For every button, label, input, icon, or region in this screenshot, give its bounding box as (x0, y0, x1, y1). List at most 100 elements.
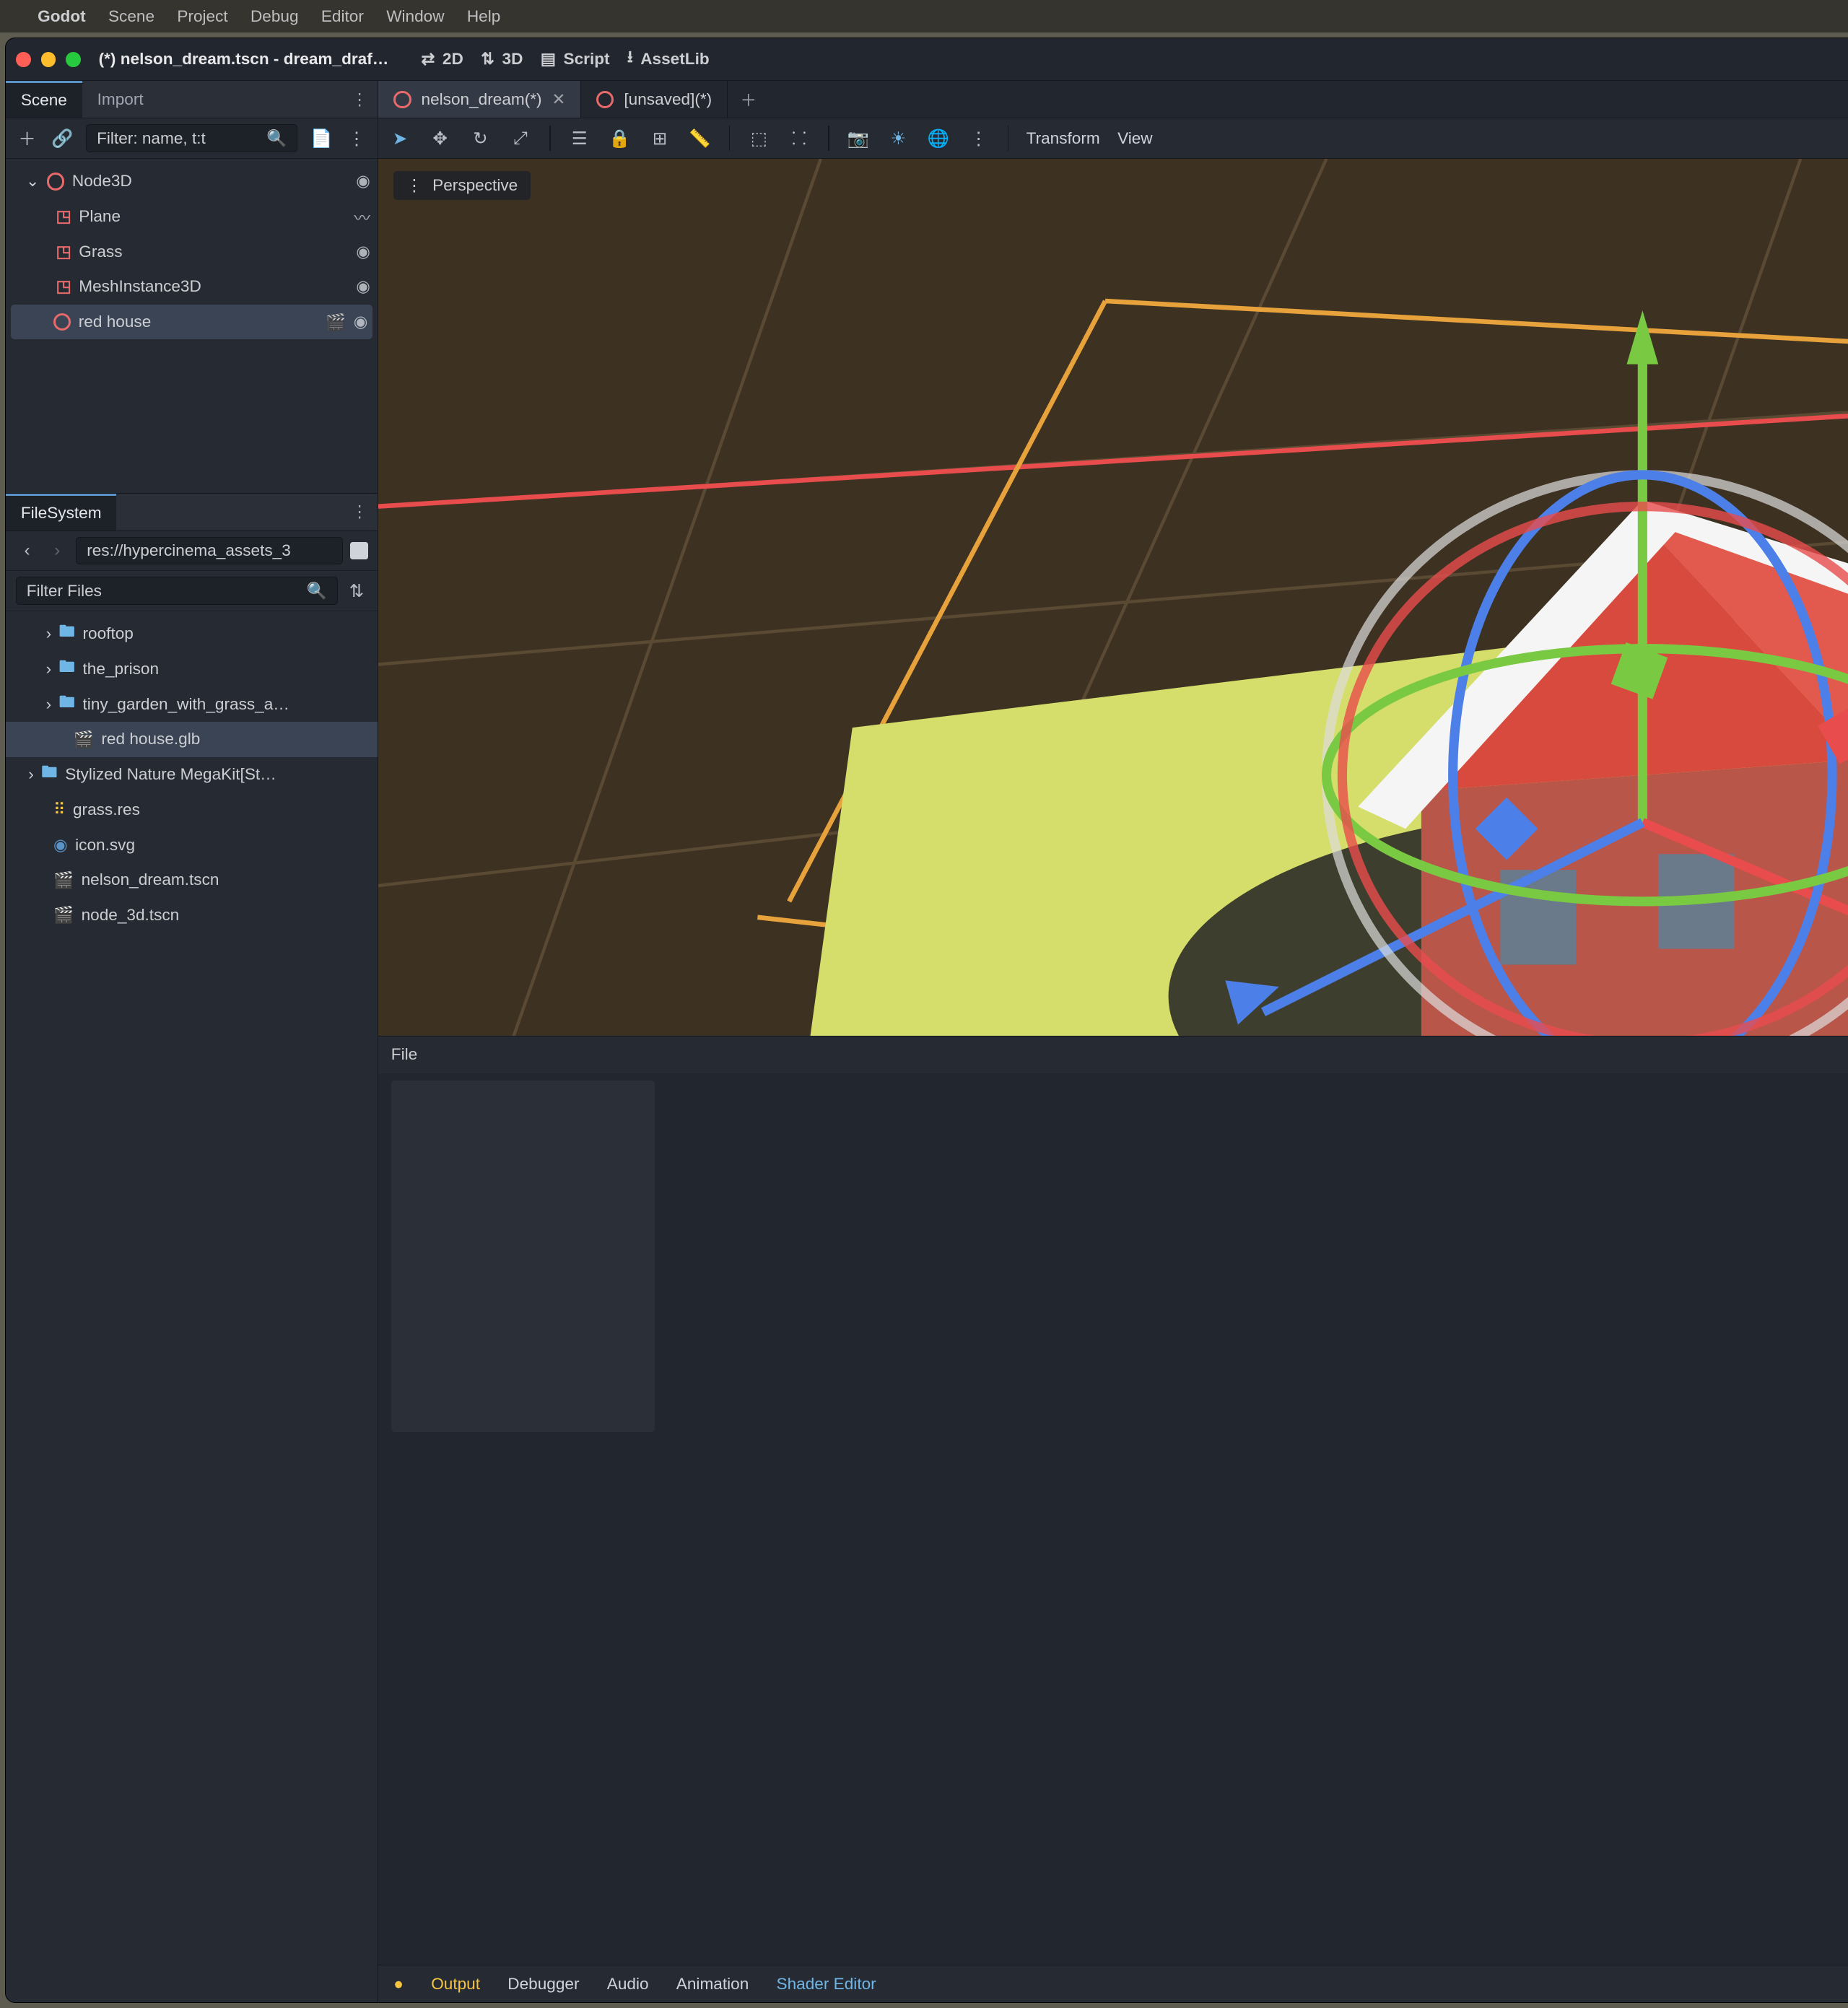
menu-debug[interactable]: Debug (250, 7, 299, 26)
file-panel-body[interactable] (378, 1073, 1848, 1965)
workspace-script[interactable]: ▤Script (541, 45, 610, 73)
3d-icon: ⇅ (481, 50, 494, 69)
add-node-button[interactable]: ＋ (16, 126, 38, 151)
zoom-window-button[interactable] (66, 52, 81, 67)
group-icon[interactable]: ⊞ (648, 128, 671, 149)
environment-icon[interactable]: 🌐 (927, 128, 949, 149)
tab-output[interactable]: Output (431, 1975, 480, 1994)
minimize-window-button[interactable] (41, 52, 56, 67)
sort-button[interactable]: ⇅ (345, 580, 367, 602)
scene-tab[interactable]: nelson_dream(*) ✕ (378, 81, 581, 118)
tab-filesystem[interactable]: FileSystem (6, 494, 116, 531)
script-attach-icon[interactable]: 📄 (310, 128, 333, 149)
tab-debugger[interactable]: Debugger (507, 1975, 579, 1994)
perspective-menu[interactable]: ⋮ Perspective (393, 171, 530, 200)
tab-animation[interactable]: Animation (676, 1975, 749, 1994)
godot-window: (*) nelson_dream.tscn - dream_draf… ⇄2D … (5, 38, 1848, 2003)
fs-folder[interactable]: ›🖿rooftop (6, 616, 378, 652)
select-tool[interactable]: ➤ (388, 128, 411, 149)
expand-icon[interactable]: › (46, 624, 52, 643)
node3d-icon (596, 91, 614, 108)
workspace-switcher: ⇄2D ⇅3D ▤Script ⭳AssetLib (422, 45, 710, 73)
panel-menu-icon[interactable]: ⋮ (341, 502, 378, 521)
view-menu[interactable]: View (1117, 129, 1153, 148)
fs-file[interactable]: ◉icon.svg (6, 827, 378, 863)
fs-file[interactable]: 🎬nelson_dream.tscn (6, 863, 378, 898)
svg-icon: ◉ (53, 836, 68, 855)
move-tool[interactable]: ✥ (429, 128, 451, 149)
back-button[interactable]: ‹ (16, 541, 38, 561)
local-space-icon[interactable]: ⬚ (748, 128, 770, 149)
expand-icon[interactable]: ⌄ (26, 172, 40, 191)
scene-tab-label: nelson_dream(*) (422, 90, 542, 109)
viewport-toolbar: ➤ ✥ ↻ ⤢ ☰ 🔒 ⊞ 📏 ⬚ ⸬ 📷 ☀ 🌐 ⋮ Transform Vi (378, 118, 1848, 159)
scene-instance-icon[interactable]: 🎬 (326, 313, 346, 332)
visibility-icon[interactable]: ◉ (356, 277, 370, 296)
scene-tree-node[interactable]: ⌄ Node3D ◉ (6, 164, 378, 199)
node3d-icon (53, 313, 71, 331)
scale-tool[interactable]: ⤢ (509, 128, 531, 149)
tab-import[interactable]: Import (82, 81, 159, 118)
rotate-tool[interactable]: ↻ (469, 128, 492, 149)
bottom-panel-tabs: ● Output Debugger Audio Animation Shader… (378, 1965, 1848, 2002)
camera-icon[interactable]: 📷 (847, 128, 869, 149)
filter-placeholder-text: Filter: name, t:t (97, 129, 206, 148)
visibility-icon[interactable]: 〰 (354, 205, 370, 229)
scene-extra-menu[interactable]: ⋮ (345, 128, 367, 149)
tab-audio[interactable]: Audio (607, 1975, 649, 1994)
list-select-icon[interactable]: ☰ (568, 128, 590, 149)
scene-tree-node[interactable]: ◳ Grass ◉ (6, 234, 378, 269)
visibility-icon[interactable]: ◉ (356, 243, 370, 261)
app-name[interactable]: Godot (38, 7, 86, 26)
scene-file-icon: 🎬 (53, 870, 74, 890)
path-text: res://hypercinema_assets_3 (87, 541, 291, 560)
workspace-2d[interactable]: ⇄2D (422, 45, 463, 73)
resource-icon: ⠿ (53, 800, 66, 819)
file-filter-input[interactable]: Filter Files 🔍 (16, 577, 338, 605)
tab-scene[interactable]: Scene (6, 81, 82, 118)
menu-window[interactable]: Window (386, 7, 444, 26)
node-label: Plane (79, 207, 346, 226)
3d-viewport[interactable]: ⋮ Perspective Y Z X (378, 159, 1848, 1036)
workspace-assetlib[interactable]: ⭳AssetLib (627, 45, 710, 73)
forward-button[interactable]: › (46, 541, 69, 561)
mesh-icon: ◳ (56, 243, 71, 261)
fs-folder[interactable]: ›🖿tiny_garden_with_grass_a… (6, 686, 378, 722)
tab-shader-editor[interactable]: Shader Editor (777, 1975, 876, 1994)
menu-editor[interactable]: Editor (321, 7, 364, 26)
scene-filter-input[interactable]: Filter: name, t:t 🔍 (86, 124, 297, 152)
close-window-button[interactable] (16, 52, 31, 67)
visibility-icon[interactable]: ◉ (356, 172, 370, 191)
node-label: red house (79, 313, 318, 331)
path-indicator-icon (350, 542, 367, 559)
fs-file[interactable]: ⠿grass.res (6, 792, 378, 827)
extra-menu[interactable]: ⋮ (967, 128, 990, 149)
scene-tree-node[interactable]: ◳ MeshInstance3D ◉ (6, 269, 378, 305)
menu-scene[interactable]: Scene (108, 7, 154, 26)
fs-folder[interactable]: ›🖿the_prison (6, 652, 378, 687)
transform-menu[interactable]: Transform (1027, 129, 1100, 148)
ruler-icon[interactable]: 📏 (689, 128, 711, 149)
titlebar: (*) nelson_dream.tscn - dream_draf… ⇄2D … (6, 38, 1848, 81)
lock-icon[interactable]: 🔒 (609, 128, 631, 149)
scene-tab[interactable]: [unsaved](*) (581, 81, 728, 118)
path-input[interactable]: res://hypercinema_assets_3 (76, 537, 342, 564)
menu-help[interactable]: Help (467, 7, 500, 26)
snap-icon[interactable]: ⸬ (788, 126, 810, 150)
sun-icon[interactable]: ☀ (887, 128, 910, 149)
scene-tree[interactable]: ⌄ Node3D ◉ ◳ Plane 〰 ◳ Grass ◉ (6, 159, 378, 493)
menu-project[interactable]: Project (177, 7, 227, 26)
visibility-icon[interactable]: ◉ (354, 313, 368, 331)
node3d-icon (47, 173, 64, 190)
add-scene-button[interactable]: ＋ (728, 87, 769, 111)
filesystem-tree[interactable]: ›🖿rooftop ›🖿the_prison ›🖿tiny_garden_wit… (6, 611, 378, 938)
scene-tree-node[interactable]: ◳ Plane 〰 (6, 199, 378, 235)
fs-file-selected[interactable]: 🎬red house.glb (6, 722, 378, 757)
fs-folder[interactable]: ›🖿Stylized Nature MegaKit[St… (6, 757, 378, 793)
close-tab-icon[interactable]: ✕ (552, 90, 565, 109)
workspace-3d[interactable]: ⇅3D (481, 45, 523, 73)
instance-scene-button[interactable]: 🔗 (51, 128, 74, 149)
fs-file[interactable]: 🎬node_3d.tscn (6, 898, 378, 933)
scene-tree-node-selected[interactable]: red house 🎬 ◉ (11, 305, 373, 340)
panel-menu-icon[interactable]: ⋮ (341, 90, 378, 109)
